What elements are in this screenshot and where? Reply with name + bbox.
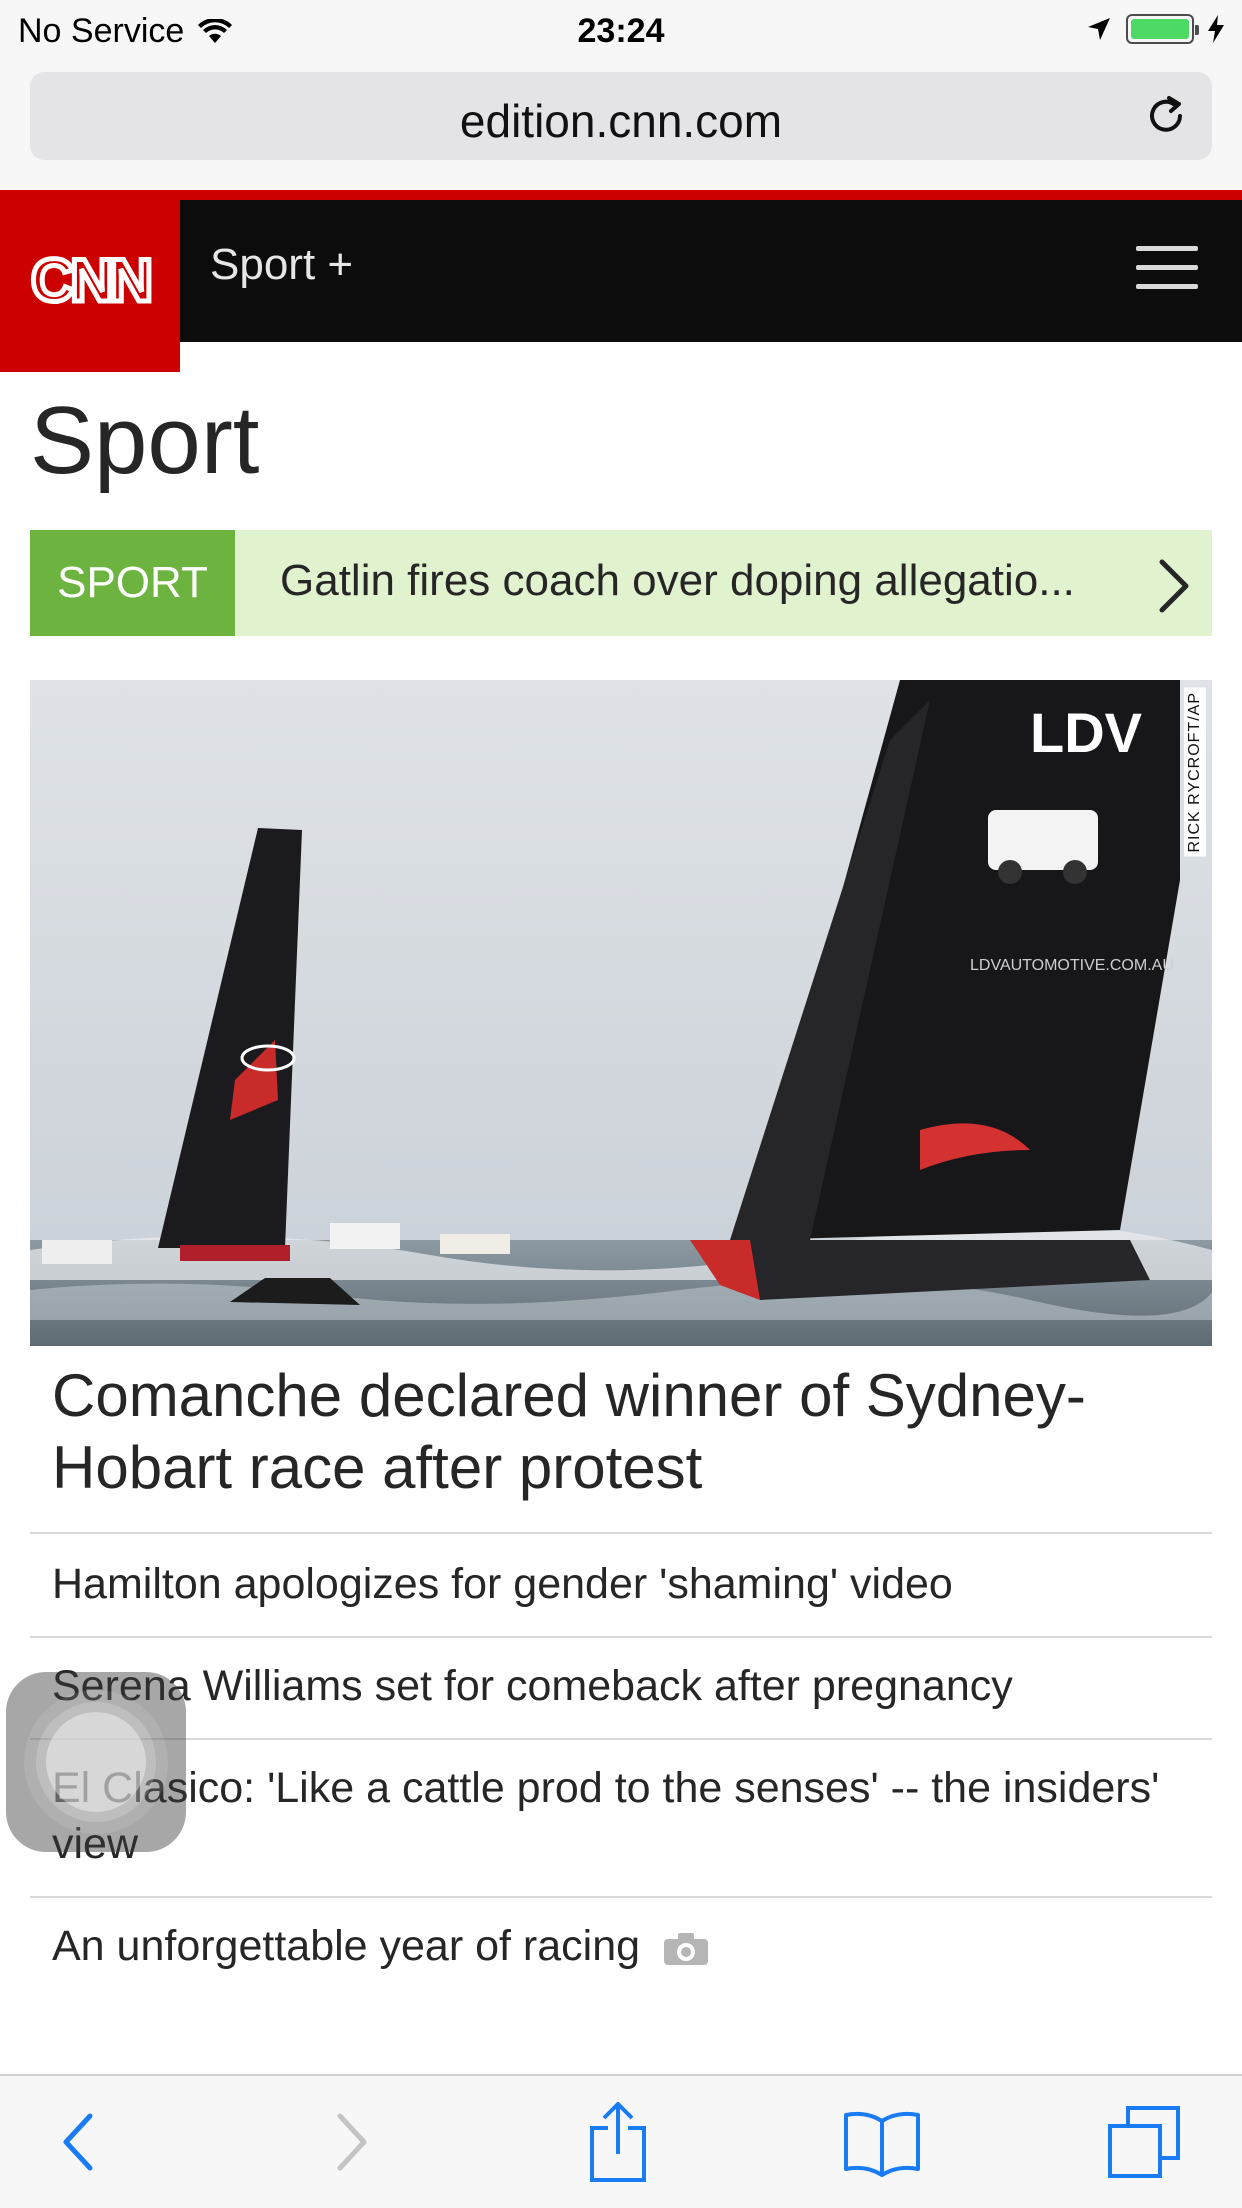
- story-link[interactable]: Hamilton apologizes for gender 'shaming'…: [52, 1556, 1182, 1612]
- back-icon[interactable]: [38, 2102, 118, 2182]
- bookmarks-icon[interactable]: [842, 2102, 922, 2182]
- cnn-logo-icon: CNN: [29, 245, 157, 317]
- divider: [30, 1896, 1212, 1898]
- address-bar[interactable]: edition.cnn.com: [30, 72, 1212, 160]
- forward-icon[interactable]: [312, 2102, 392, 2182]
- hero-image[interactable]: LDV LDVAUTOMOTIVE.COM.AU RICK RYCROFT/AP: [30, 680, 1212, 1346]
- hamburger-menu-icon[interactable]: [1136, 246, 1198, 290]
- svg-text:LDV: LDV: [1030, 701, 1142, 764]
- location-arrow-icon: [1088, 18, 1110, 40]
- camera-icon: [664, 1932, 708, 1965]
- divider: [30, 1636, 1212, 1638]
- reload-icon[interactable]: [1142, 92, 1190, 140]
- clock: 23:24: [577, 12, 665, 50]
- tabs-icon[interactable]: [1104, 2102, 1184, 2182]
- divider: [30, 1738, 1212, 1740]
- svg-text:CNN: CNN: [31, 247, 150, 314]
- svg-text:LDVAUTOMOTIVE.COM.AU: LDVAUTOMOTIVE.COM.AU: [970, 957, 1174, 974]
- ticker-tag: SPORT: [30, 530, 235, 636]
- lead-headline[interactable]: Comanche declared winner of Sydney-Hobar…: [52, 1360, 1172, 1504]
- url-text[interactable]: edition.cnn.com: [30, 94, 1212, 148]
- sailing-race-photo: LDV LDVAUTOMOTIVE.COM.AU: [30, 680, 1212, 1346]
- divider: [30, 1532, 1212, 1534]
- section-menu-link[interactable]: Sport +: [210, 240, 353, 290]
- photo-credit: RICK RYCROFT/AP: [1184, 688, 1206, 857]
- battery-icon: [1126, 14, 1199, 44]
- ticker-headline[interactable]: Gatlin fires coach over doping allegatio…: [280, 556, 1075, 606]
- cnn-logo[interactable]: CNN: [0, 190, 180, 372]
- browser-chrome: edition.cnn.com: [0, 62, 1242, 190]
- story-link[interactable]: An unforgettable year of racing: [52, 1918, 1182, 1974]
- page-title: Sport: [30, 387, 260, 494]
- browser-toolbar: [0, 2074, 1242, 2208]
- header-accent-line: [0, 190, 1242, 200]
- share-icon[interactable]: [578, 2102, 658, 2182]
- chevron-right-icon[interactable]: [1156, 558, 1192, 614]
- breaking-ticker[interactable]: SPORT Gatlin fires coach over doping all…: [30, 530, 1212, 636]
- assistive-touch-button[interactable]: [6, 1672, 186, 1852]
- charging-bolt-icon: [1208, 15, 1224, 43]
- status-bar: No Service 23:24: [0, 0, 1242, 62]
- story-title[interactable]: An unforgettable year of racing: [52, 1922, 640, 1970]
- story-link[interactable]: El Clasico: 'Like a cattle prod to the s…: [52, 1760, 1182, 1872]
- story-link[interactable]: Serena Williams set for comeback after p…: [52, 1658, 1182, 1714]
- site-header: [0, 200, 1242, 342]
